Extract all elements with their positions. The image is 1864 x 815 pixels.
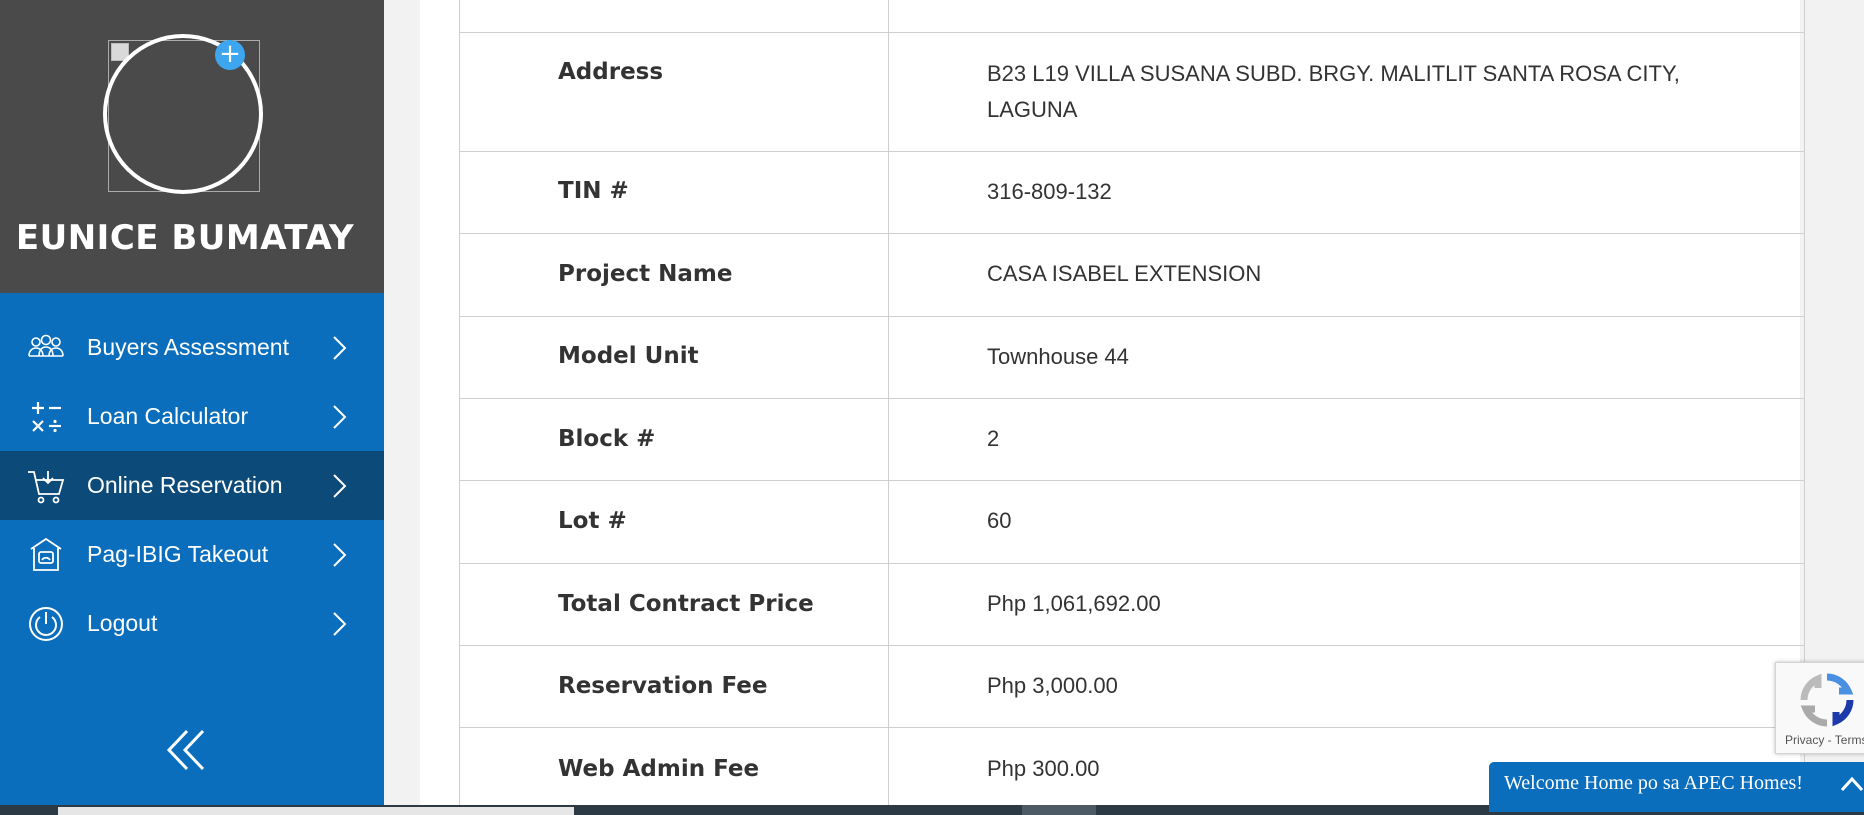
sidebar: + EUNICE BUMATAY Buyers Assessment Loan … xyxy=(0,0,384,815)
row-divider xyxy=(459,480,1805,481)
row-divider xyxy=(459,151,1805,152)
table-column-divider xyxy=(888,0,889,815)
chevron-right-icon xyxy=(333,404,347,429)
row-label-lot: Lot # xyxy=(558,508,627,534)
row-divider xyxy=(459,727,1805,728)
chat-widget-bar[interactable]: Welcome Home po sa APEC Homes! xyxy=(1489,762,1864,812)
scroll-segment xyxy=(58,807,574,815)
row-value-lot: 60 xyxy=(987,508,1012,533)
row-value-total-contract-price: Php 1,061,692.00 xyxy=(987,591,1161,616)
user-name: EUNICE BUMATAY xyxy=(15,218,355,258)
row-value-tin: 316-809-132 xyxy=(987,179,1112,204)
table-border-left xyxy=(459,0,460,815)
sidebar-item-label: Logout xyxy=(87,610,158,636)
row-value-reservation-fee: Php 3,000.00 xyxy=(987,673,1118,698)
row-value-project-name: CASA ISABEL EXTENSION xyxy=(987,261,1262,286)
sidebar-item-pag-ibig-takeout[interactable]: Pag-IBIG Takeout xyxy=(0,520,384,589)
double-chevron-left-icon[interactable] xyxy=(165,725,209,775)
row-divider xyxy=(459,398,1805,399)
recaptcha-links[interactable]: Privacy - Terms xyxy=(1785,733,1864,747)
pagibig-house-icon xyxy=(30,537,62,571)
row-value-address: B23 L19 VILLA SUSANA SUBD. BRGY. MALITLI… xyxy=(987,61,1680,122)
row-divider xyxy=(459,32,1805,33)
row-label-web-admin-fee: Web Admin Fee xyxy=(558,756,760,782)
chevron-right-icon xyxy=(333,611,347,636)
chat-widget-text: Welcome Home po sa APEC Homes! xyxy=(1504,772,1803,794)
chevron-right-icon xyxy=(333,473,347,498)
row-divider xyxy=(459,645,1805,646)
row-label-address: Address xyxy=(558,59,664,85)
row-label-model-unit: Model Unit xyxy=(558,343,699,369)
row-divider xyxy=(459,563,1805,564)
add-photo-icon[interactable]: + xyxy=(215,40,245,70)
sidebar-item-loan-calculator[interactable]: Loan Calculator xyxy=(0,382,384,451)
row-value-block: 2 xyxy=(987,426,1000,451)
row-label-tin: TIN # xyxy=(558,178,629,204)
sidebar-item-label: Pag-IBIG Takeout xyxy=(87,541,269,567)
recaptcha-icon xyxy=(1800,673,1854,727)
row-label-project-name: Project Name xyxy=(558,261,733,287)
cart-icon xyxy=(28,470,65,503)
sidebar-item-online-reservation[interactable]: Online Reservation xyxy=(0,451,384,520)
row-label-total-contract-price: Total Contract Price xyxy=(558,591,814,617)
sidebar-nav: Buyers Assessment Loan Calculator Online… xyxy=(0,313,384,658)
sidebar-item-label: Loan Calculator xyxy=(87,403,249,429)
sidebar-item-logout[interactable]: Logout xyxy=(0,589,384,658)
recaptcha-badge[interactable]: Privacy - Terms xyxy=(1775,662,1864,754)
chevron-up-icon[interactable] xyxy=(1839,774,1864,794)
users-icon xyxy=(28,334,64,357)
row-divider xyxy=(459,316,1805,317)
row-value-model-unit: Townhouse 44 xyxy=(987,344,1129,369)
scroll-thumb[interactable] xyxy=(1022,805,1096,815)
chevron-right-icon xyxy=(333,542,347,567)
power-icon xyxy=(29,606,63,641)
sidebar-item-label: Online Reservation xyxy=(87,472,283,498)
chevron-right-icon xyxy=(333,335,347,360)
row-label-block: Block # xyxy=(558,426,656,452)
sidebar-item-label: Buyers Assessment xyxy=(87,334,289,360)
row-divider xyxy=(459,233,1805,234)
calculator-icon xyxy=(32,401,61,432)
sidebar-item-buyers-assessment[interactable]: Buyers Assessment xyxy=(0,313,384,382)
row-label-reservation-fee: Reservation Fee xyxy=(558,673,768,699)
profile-panel: + EUNICE BUMATAY xyxy=(0,0,384,293)
